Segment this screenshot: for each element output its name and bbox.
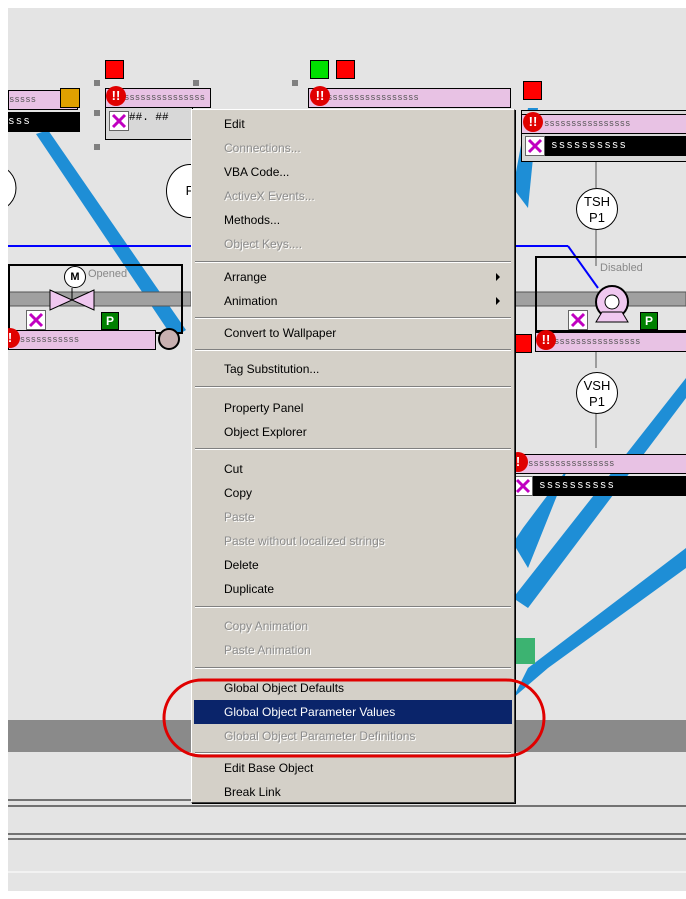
pump-status: Disabled	[600, 262, 643, 274]
alarm-indicator-pump	[513, 334, 532, 353]
faceplate-strip-top-right[interactable]: ssssssssssssssss	[521, 114, 686, 134]
close-x-icon[interactable]	[513, 476, 533, 496]
close-x-icon[interactable]	[525, 136, 545, 156]
menu-item-arrange-label: Arrange	[224, 270, 267, 284]
selection-handle[interactable]	[292, 80, 298, 86]
graphics-canvas[interactable]: sssss sss sssssssssssssss !! ##. ## ssss…	[8, 8, 686, 891]
pump-icon[interactable]	[588, 282, 638, 326]
menu-item-duplicate[interactable]: Duplicate	[194, 577, 512, 601]
alarm-indicator-top-center	[105, 60, 124, 79]
alarm-badge: !!	[106, 86, 126, 106]
selection-handle[interactable]	[193, 80, 199, 86]
faceplate-strip-valve[interactable]: sssssssssssss	[8, 330, 156, 350]
tsh-label: TSH	[584, 194, 610, 209]
partial-circle-left	[8, 169, 17, 207]
submenu-arrow-icon	[496, 273, 500, 281]
menu-item-arrange[interactable]: Arrange	[194, 265, 512, 289]
vsh-label: VSH	[583, 378, 611, 393]
menu-item-convert-wallpaper[interactable]: Convert to Wallpaper	[194, 321, 512, 345]
menu-item-activex-events[interactable]: ActiveX Events...	[194, 184, 512, 208]
faceplate-display-top-left: sss	[8, 112, 80, 132]
close-x-icon[interactable]	[109, 111, 129, 131]
vsh-tag-circle[interactable]: VSH P1	[576, 372, 618, 414]
selection-handle[interactable]	[94, 144, 100, 150]
faceplate-strip-lower-right[interactable]: ssssssssssssssss	[513, 454, 686, 474]
submenu-arrow-icon	[496, 297, 500, 305]
faceplate-display-lower-right: ssssssssss	[533, 476, 686, 496]
close-x-icon[interactable]	[26, 310, 46, 330]
menu-separator	[195, 448, 511, 450]
vsh-sub-label: P1	[589, 394, 605, 409]
menu-separator	[195, 261, 511, 263]
alarm-indicator-red	[336, 60, 355, 79]
menu-item-animation-label: Animation	[224, 294, 278, 308]
close-x-icon[interactable]	[568, 310, 588, 330]
alarm-badge: !!	[310, 86, 330, 106]
menu-item-property-panel[interactable]: Property Panel	[194, 396, 512, 420]
faceplate-strip-pump[interactable]: ssssssssssssssss	[535, 332, 686, 352]
red-highlight-ellipse	[162, 678, 546, 758]
menu-item-paste-animation[interactable]: Paste Animation	[194, 638, 512, 662]
status-indicator-green	[310, 60, 329, 79]
menu-item-methods[interactable]: Methods...	[194, 208, 512, 232]
menu-item-delete[interactable]: Delete	[194, 553, 512, 577]
menu-separator	[195, 349, 511, 351]
alarm-indicator-top-right	[523, 81, 542, 100]
menu-item-copy-animation[interactable]: Copy Animation	[194, 614, 512, 638]
menu-separator	[195, 317, 511, 319]
cylinder-icon	[513, 638, 535, 664]
menu-item-break-link[interactable]: Break Link	[194, 780, 512, 804]
menu-item-connections[interactable]: Connections...	[194, 136, 512, 160]
faceplate-strip-top-mid[interactable]: sssssssssssssssss	[308, 88, 511, 108]
alarm-badge: !!	[536, 330, 556, 350]
menu-item-object-keys[interactable]: Object Keys....	[194, 232, 512, 256]
valve-p-badge[interactable]: P	[101, 312, 119, 330]
menu-separator	[195, 386, 511, 388]
alarm-badge: !!	[523, 112, 543, 132]
menu-item-paste-without-localized[interactable]: Paste without localized strings	[194, 529, 512, 553]
menu-item-object-explorer[interactable]: Object Explorer	[194, 420, 512, 444]
tsh-tag-circle[interactable]: TSH P1	[576, 188, 618, 230]
menu-item-tag-substitution[interactable]: Tag Substitution...	[194, 357, 512, 381]
menu-item-cut[interactable]: Cut	[194, 457, 512, 481]
valve-status: Opened	[88, 268, 128, 280]
menu-item-animation[interactable]: Animation	[194, 289, 512, 313]
menu-item-edit[interactable]: Edit	[194, 112, 512, 136]
tool-icon	[60, 88, 80, 108]
status-circle-icon	[158, 328, 180, 350]
menu-separator	[195, 606, 511, 608]
valve-motor-icon: M	[64, 266, 86, 288]
menu-separator	[195, 667, 511, 669]
selection-handle[interactable]	[94, 80, 100, 86]
tsh-sub-label: P1	[589, 210, 605, 225]
menu-item-copy[interactable]: Copy	[194, 481, 512, 505]
pump-p-badge[interactable]: P	[640, 312, 658, 330]
faceplate-display-top-right: ssssssssss	[545, 136, 686, 156]
faceplate-value-top-center: ##. ##	[129, 112, 169, 124]
selection-handle[interactable]	[94, 110, 100, 116]
menu-item-paste[interactable]: Paste	[194, 505, 512, 529]
menu-item-vba-code[interactable]: VBA Code...	[194, 160, 512, 184]
valve-icon[interactable]	[48, 288, 96, 312]
